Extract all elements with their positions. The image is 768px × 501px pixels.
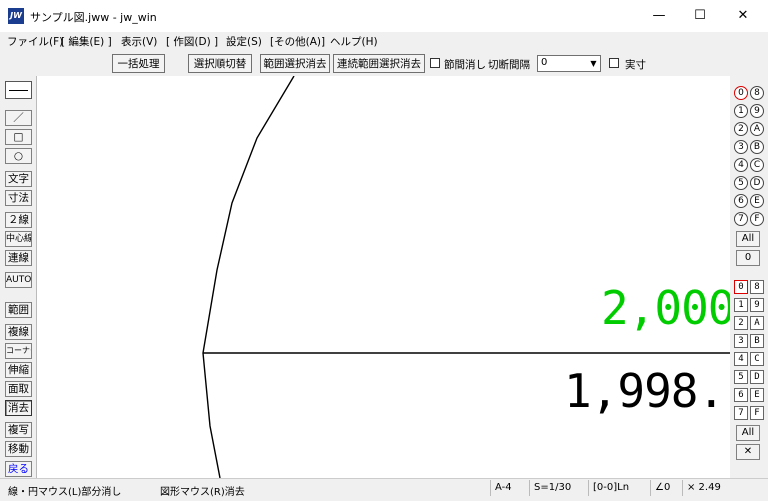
- dimension-text-black: 1,998.: [564, 364, 725, 418]
- layer-8[interactable]: 8: [750, 86, 764, 100]
- scale[interactable]: S=1/30: [529, 480, 589, 496]
- layer-d[interactable]: D: [750, 176, 764, 190]
- status-left-hint: 線・円マウス(L)部分消し: [8, 487, 122, 498]
- tool-erase[interactable]: 消去: [5, 400, 32, 416]
- layer-e[interactable]: E: [750, 194, 764, 208]
- layer-7[interactable]: 7: [734, 212, 748, 226]
- layer-zero-button[interactable]: 0: [736, 250, 760, 266]
- setsukan-label: 節間消し: [444, 59, 486, 71]
- cut-interval-value: 0: [541, 57, 548, 68]
- line-type-selector[interactable]: [5, 81, 32, 99]
- batch-process-button[interactable]: 一括処理: [112, 54, 165, 73]
- tool-text[interactable]: 文字: [5, 171, 32, 187]
- tool-corner[interactable]: コーナー: [5, 343, 32, 359]
- group-1[interactable]: 1: [734, 298, 748, 312]
- group-all-button[interactable]: All: [736, 425, 760, 441]
- tool-range[interactable]: 範囲: [5, 302, 32, 318]
- tool-center-line[interactable]: 中心線: [5, 231, 32, 247]
- group-4[interactable]: 4: [734, 352, 748, 366]
- tool-circle[interactable]: ○: [5, 148, 32, 164]
- tool-undo[interactable]: 戻る: [5, 461, 32, 477]
- maximize-button[interactable]: ☐: [677, 0, 723, 32]
- group-3[interactable]: 3: [734, 334, 748, 348]
- close-button[interactable]: ✕: [720, 0, 766, 32]
- zoom-level[interactable]: × 2.49: [682, 480, 727, 496]
- layer-f[interactable]: F: [750, 212, 764, 226]
- cut-interval-select[interactable]: 0 ▼: [537, 55, 601, 72]
- layer-1[interactable]: 1: [734, 104, 748, 118]
- layer-6[interactable]: 6: [734, 194, 748, 208]
- tool-dimension[interactable]: 寸法: [5, 190, 32, 206]
- group-7[interactable]: 7: [734, 406, 748, 420]
- select-order-toggle-button[interactable]: 選択順切替: [188, 54, 252, 73]
- layer-3[interactable]: 3: [734, 140, 748, 154]
- curve-line: [202, 76, 295, 478]
- jisun-checkbox[interactable]: [609, 58, 619, 68]
- tool-offset[interactable]: 複線: [5, 324, 32, 340]
- status-right-hint: 図形マウス(R)消去: [160, 487, 245, 498]
- group-a[interactable]: A: [750, 316, 764, 330]
- group-e[interactable]: E: [750, 388, 764, 402]
- layer-4[interactable]: 4: [734, 158, 748, 172]
- app-icon: JW: [8, 8, 24, 24]
- paper-size[interactable]: A-4: [490, 480, 531, 496]
- layer-a[interactable]: A: [750, 122, 764, 136]
- tool-continuous-line[interactable]: 連線: [5, 250, 32, 266]
- layer-b[interactable]: B: [750, 140, 764, 154]
- menu-view[interactable]: 表示(V): [121, 34, 157, 49]
- menu-settings[interactable]: 設定(S): [226, 34, 262, 49]
- minimize-button[interactable]: —: [636, 0, 682, 32]
- group-d[interactable]: D: [750, 370, 764, 384]
- menu-bar: [0, 32, 768, 50]
- group-5[interactable]: 5: [734, 370, 748, 384]
- menu-other[interactable]: [その他(A)]: [270, 34, 325, 49]
- group-8[interactable]: 8: [750, 280, 764, 294]
- jisun-label: 実寸: [625, 59, 646, 71]
- tool-move[interactable]: 移動: [5, 441, 32, 457]
- group-2[interactable]: 2: [734, 316, 748, 330]
- group-c[interactable]: C: [750, 352, 764, 366]
- cross-icon[interactable]: ✕: [736, 444, 760, 460]
- range-select-erase-button[interactable]: 範囲選択消去: [260, 54, 330, 73]
- tool-copy[interactable]: 複写: [5, 422, 32, 438]
- tool-line[interactable]: ／: [5, 110, 32, 126]
- angle[interactable]: ∠0: [650, 480, 683, 496]
- group-9[interactable]: 9: [750, 298, 764, 312]
- dimension-text-green: 2,000: [601, 281, 731, 335]
- group-f[interactable]: F: [750, 406, 764, 420]
- layer-9[interactable]: 9: [750, 104, 764, 118]
- menu-help[interactable]: ヘルプ(H): [330, 34, 378, 49]
- setsukan-checkbox[interactable]: [430, 58, 440, 68]
- menu-edit[interactable]: [ 編集(E) ]: [61, 34, 112, 49]
- layer-c[interactable]: C: [750, 158, 764, 172]
- menu-draw[interactable]: [ 作図(D) ]: [166, 34, 218, 49]
- cut-interval-label: 切断間隔: [488, 59, 530, 71]
- layer-0[interactable]: 0: [734, 86, 748, 100]
- menu-file[interactable]: ファイル(F): [7, 34, 63, 49]
- window-title: サンプル図.jww - jw_win: [30, 11, 157, 24]
- tool-rect[interactable]: □: [5, 129, 32, 145]
- group-6[interactable]: 6: [734, 388, 748, 402]
- drawing-canvas[interactable]: 2,000 1,998.: [36, 76, 731, 478]
- group-b[interactable]: B: [750, 334, 764, 348]
- layer-2[interactable]: 2: [734, 122, 748, 136]
- chevron-down-icon[interactable]: ▼: [587, 56, 600, 71]
- current-layer[interactable]: [0-0]Ln: [588, 480, 651, 496]
- tool-stretch[interactable]: 伸縮: [5, 362, 32, 378]
- tool-auto[interactable]: AUTO: [5, 272, 32, 288]
- layer-5[interactable]: 5: [734, 176, 748, 190]
- continuous-range-erase-button[interactable]: 連続範囲選択消去: [333, 54, 425, 73]
- layer-all-button[interactable]: All: [736, 231, 760, 247]
- tool-chamfer[interactable]: 面取: [5, 381, 32, 397]
- tool-double-line[interactable]: ２線: [5, 212, 32, 228]
- group-0[interactable]: 0: [734, 280, 748, 294]
